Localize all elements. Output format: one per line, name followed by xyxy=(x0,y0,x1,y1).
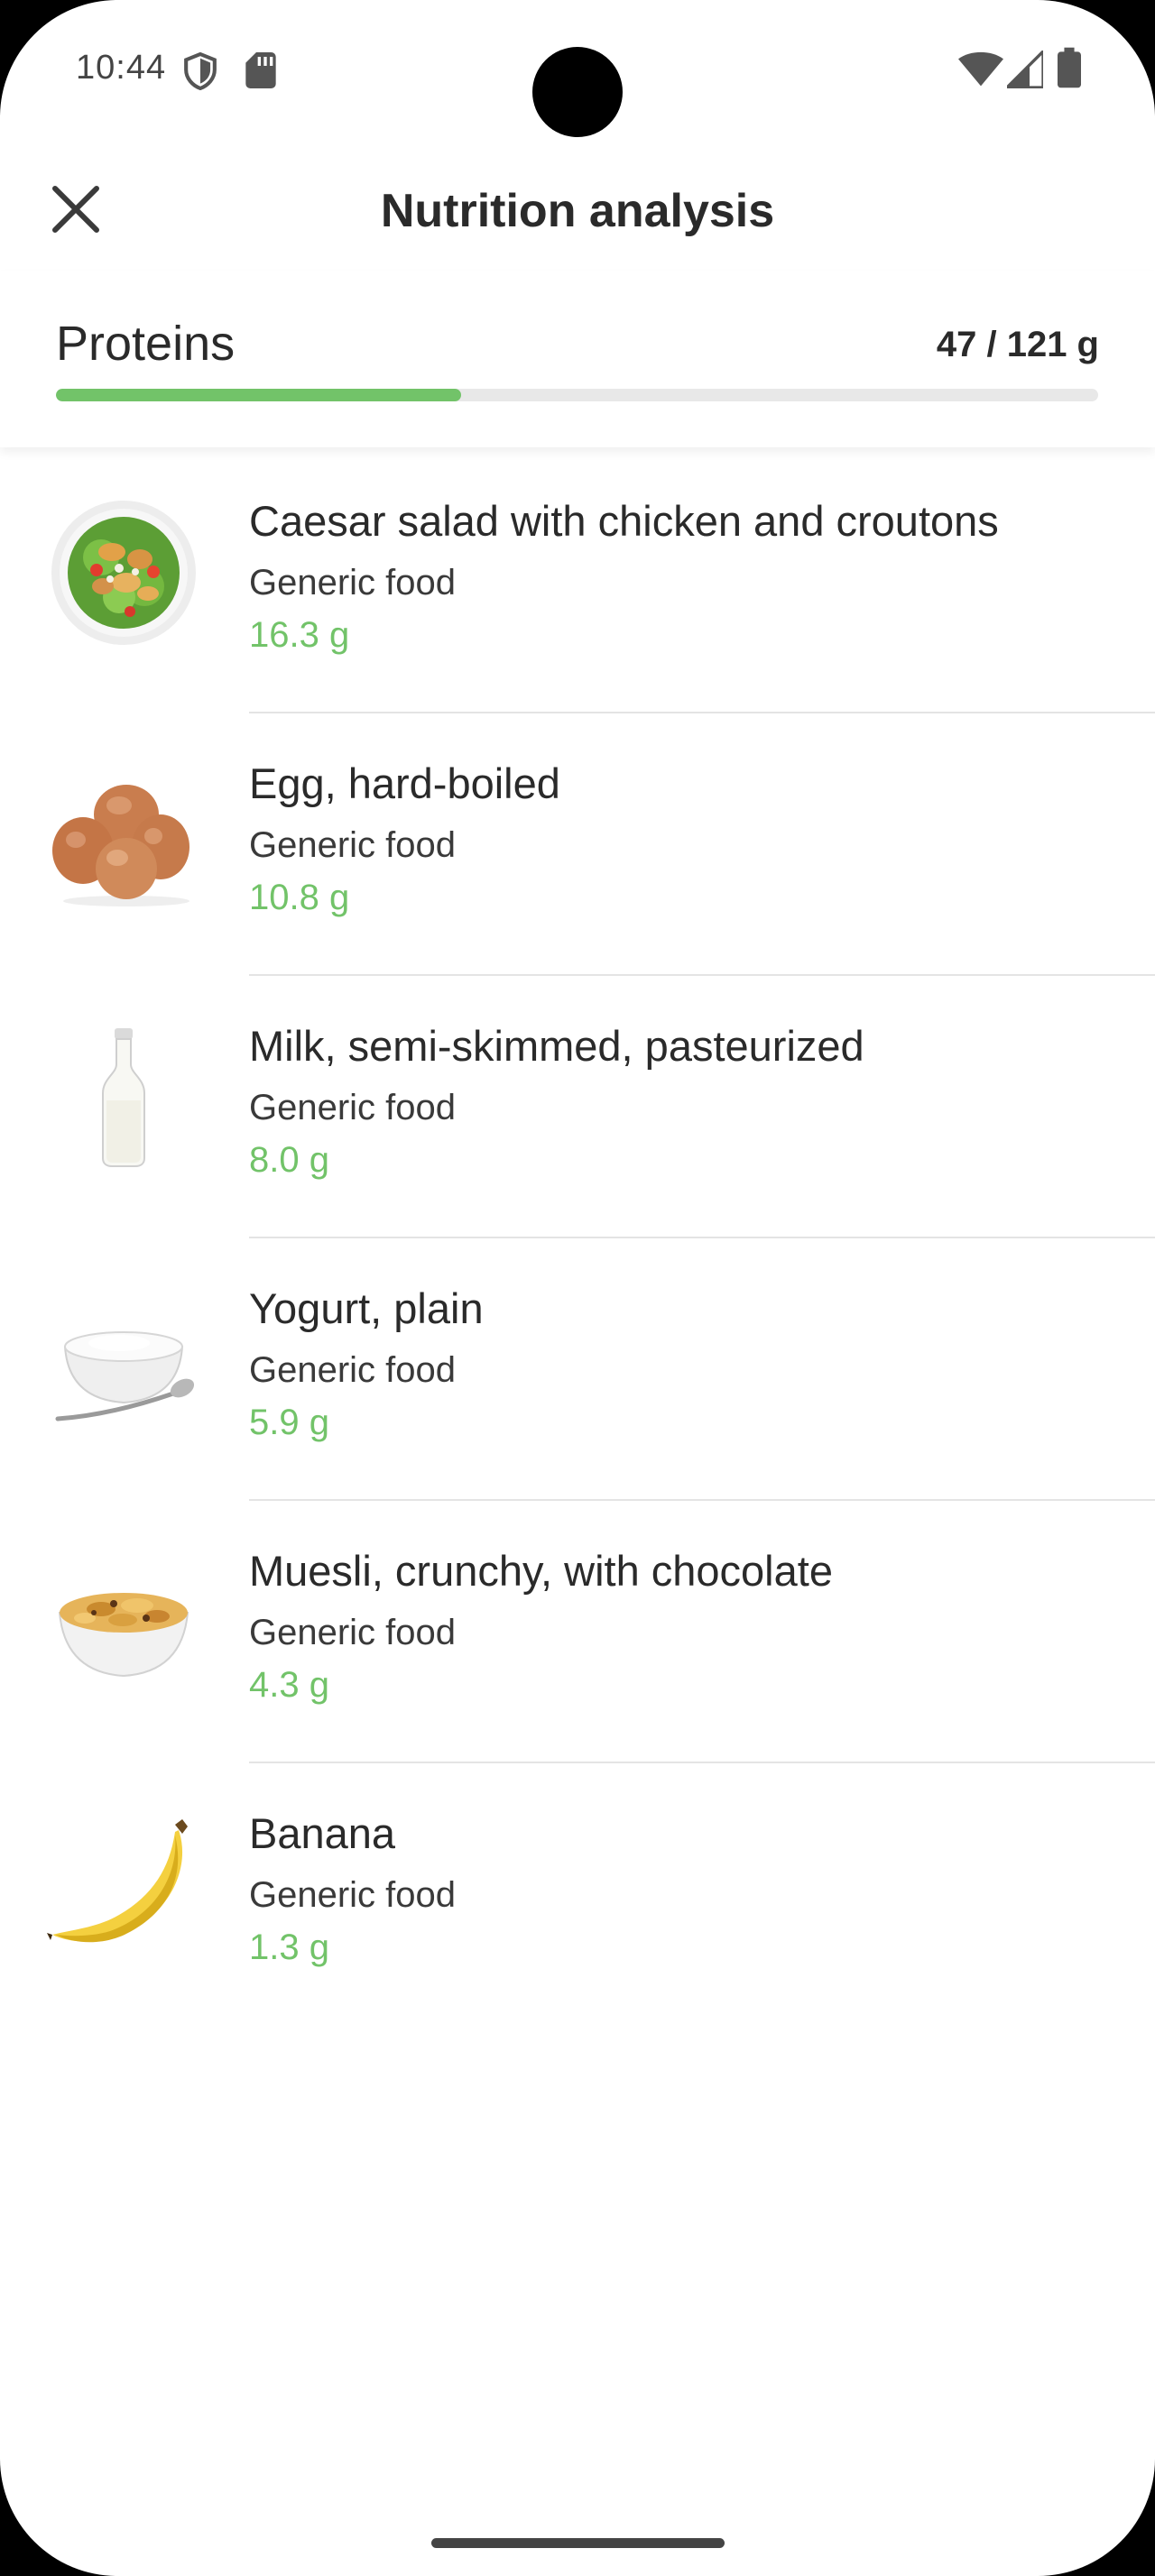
list-item-3[interactable]: Milk, semi-skimmed, pasteurized Generic … xyxy=(0,976,1155,1238)
food-protein-amount: 4.3 g xyxy=(249,1665,329,1705)
food-name: Milk, semi-skimmed, pasteurized xyxy=(249,1022,864,1070)
list-item-4[interactable]: Yogurt, plain Generic food 5.9 g xyxy=(0,1238,1155,1501)
food-protein-amount: 10.8 g xyxy=(249,878,350,917)
list-item-6[interactable]: Banana Generic food 1.3 g xyxy=(0,1763,1155,2026)
food-name: Muesli, crunchy, with chocolate xyxy=(249,1547,833,1595)
wifi-icon xyxy=(958,51,1003,87)
food-source: Generic food xyxy=(249,563,457,603)
cellular-signal-icon xyxy=(1007,51,1043,88)
food-source: Generic food xyxy=(249,1875,457,1915)
shield-icon xyxy=(184,52,217,90)
eggs-icon xyxy=(47,759,200,912)
food-source: Generic food xyxy=(249,825,457,865)
milk-bottle-icon xyxy=(47,1021,200,1174)
banana-icon xyxy=(47,1808,200,1962)
list-item-5[interactable]: Muesli, crunchy, with chocolate Generic … xyxy=(0,1501,1155,1763)
header: Nutrition analysis xyxy=(0,153,1155,271)
home-indicator[interactable] xyxy=(431,2538,725,2548)
food-name: Egg, hard-boiled xyxy=(249,759,560,807)
caesar-salad-icon xyxy=(47,496,200,649)
progress-bar xyxy=(56,389,1098,401)
battery-icon xyxy=(1058,47,1081,88)
nutrient-summary: Proteins 47 / 121 g xyxy=(0,271,1155,447)
food-protein-amount: 8.0 g xyxy=(249,1140,329,1180)
nutrient-amount: 47 / 121 g xyxy=(936,325,1099,364)
food-source: Generic food xyxy=(249,1088,457,1127)
status-bar: 10:44 xyxy=(0,0,1155,137)
food-name: Banana xyxy=(249,1809,396,1857)
nutrient-name: Proteins xyxy=(56,317,236,371)
page-title: Nutrition analysis xyxy=(380,185,775,237)
food-source: Generic food xyxy=(249,1613,457,1652)
sd-card-icon xyxy=(245,52,276,88)
food-source: Generic food xyxy=(249,1350,457,1390)
list-item-1[interactable]: Caesar salad with chicken and croutons G… xyxy=(0,451,1155,713)
camera-cutout xyxy=(532,47,623,137)
food-list: Caesar salad with chicken and croutons G… xyxy=(0,451,1155,2026)
app-screen: 10:44 Nutrition analysis Proteins 47 / 1… xyxy=(0,0,1155,2576)
food-protein-amount: 1.3 g xyxy=(249,1927,329,1967)
list-item-2[interactable]: Egg, hard-boiled Generic food 10.8 g xyxy=(0,713,1155,976)
food-name: Caesar salad with chicken and croutons xyxy=(249,497,999,545)
yogurt-bowl-icon xyxy=(47,1283,200,1437)
food-name: Yogurt, plain xyxy=(249,1284,484,1332)
progress-fill xyxy=(56,389,461,401)
status-time: 10:44 xyxy=(76,49,167,87)
muesli-bowl-icon xyxy=(47,1546,200,1699)
food-protein-amount: 5.9 g xyxy=(249,1403,329,1442)
food-protein-amount: 16.3 g xyxy=(249,615,350,655)
